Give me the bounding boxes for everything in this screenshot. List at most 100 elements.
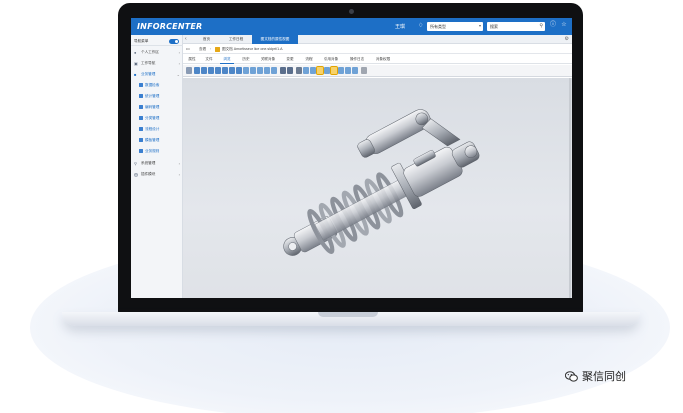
sidebar-item-label: 编码管理	[145, 105, 160, 109]
subtab-browse[interactable]: 浏览	[220, 55, 234, 64]
user-icon: ●	[134, 49, 137, 55]
subtab-history[interactable]: 历史	[239, 55, 253, 64]
chevron-right-icon: ›	[178, 61, 180, 66]
page: INFORCENTER 王琪 ♢ 所有类型 ▾ 搜索 ⚲ ⓘ ☆ 导航菜单 ● 个…	[0, 0, 683, 413]
sidebar-subitem[interactable]: 业务规则	[131, 147, 183, 156]
sidebar-subitem[interactable]: 模板管理	[131, 136, 183, 145]
wireframe-icon[interactable]	[250, 67, 256, 74]
markup-icon[interactable]	[338, 67, 344, 74]
bell-icon[interactable]: ♢	[418, 22, 426, 30]
view-left-icon[interactable]	[208, 67, 214, 74]
sidebar-item-label: 插件模块	[141, 172, 156, 176]
doc-icon	[139, 127, 143, 132]
chevron-down-icon: ▾	[478, 23, 481, 28]
tab-home[interactable]: 首页	[193, 35, 220, 44]
sidebar-subitem[interactable]: 统计管理	[131, 92, 183, 101]
subtab-oplog[interactable]: 操作日志	[346, 55, 368, 64]
view-right-icon[interactable]	[215, 67, 221, 74]
tree-icon[interactable]	[296, 67, 302, 74]
sidebar-item-label: 个人工作区	[141, 50, 159, 54]
briefcase-icon: ■	[134, 71, 137, 77]
file-icon	[215, 47, 220, 52]
search-icon: ⚲	[134, 160, 137, 166]
app-screen: INFORCENTER 王琪 ♢ 所有类型 ▾ 搜索 ⚲ ⓘ ☆ 导航菜单 ● 个…	[131, 18, 572, 298]
chevron-right-icon: ›	[178, 161, 180, 166]
sidebar-subitem[interactable]: 分类管理	[131, 114, 183, 123]
subtab-permissions[interactable]: 对象权限	[372, 55, 394, 64]
viewport-scrollbar[interactable]	[569, 78, 571, 298]
view-back-icon[interactable]	[201, 67, 207, 74]
camera-icon[interactable]	[287, 67, 293, 74]
sidebar-item-system[interactable]: ⚲ 系统管理 ›	[131, 159, 183, 168]
sidebar-item-plugins[interactable]: ⨁ 插件模块 ›	[131, 170, 183, 179]
sidebar-item-business[interactable]: ■ 业务管理 ⌄	[131, 70, 183, 79]
sidebar-item-label: 业务规则	[145, 149, 160, 153]
zoom-icon[interactable]	[316, 66, 324, 75]
sidebar-subitem[interactable]: 编码管理	[131, 103, 183, 112]
shock-absorber-model	[283, 109, 480, 256]
sidebar-item-worknav[interactable]: ▣ 工作导航 ›	[131, 59, 183, 68]
laptop-notch	[318, 312, 378, 317]
detail-tabs: 属性 文件 浏览 历史 关联对象 变更 流程 引用对象 操作日志 对象权限	[183, 55, 572, 64]
tab-schedule[interactable]: 工作日程	[221, 35, 251, 44]
tab-bar: ‹ 首页 工作日程 图文档的属性视图 ⚙	[183, 35, 572, 44]
sidebar-toggle-label: 导航菜单	[134, 39, 149, 43]
search-icon[interactable]: ⚲	[539, 23, 543, 29]
subtab-references[interactable]: 引用对象	[320, 55, 342, 64]
sidebar-item-label: 工作导航	[141, 61, 156, 65]
sidebar-item-personal[interactable]: ● 个人工作区 ›	[131, 48, 183, 57]
shaded-icon[interactable]	[243, 67, 249, 74]
monitor-icon[interactable]	[280, 67, 286, 74]
gear-icon[interactable]: ⚙	[565, 35, 569, 44]
open-icon[interactable]	[186, 67, 192, 74]
nav-menu-switch[interactable]	[169, 39, 179, 44]
sidebar-toggle-row: 导航菜单	[131, 37, 183, 46]
view-front-icon[interactable]	[194, 67, 200, 74]
view-iso-icon[interactable]	[236, 67, 242, 74]
breadcrumb-folder[interactable]: 查看	[199, 45, 206, 54]
doc-icon	[139, 83, 143, 88]
explode-icon[interactable]	[345, 67, 351, 74]
doc-icon	[139, 149, 143, 154]
subtab-files[interactable]: 文件	[202, 55, 216, 64]
viewer-toolbar	[183, 65, 572, 77]
search-type-select[interactable]: 所有类型 ▾	[427, 22, 483, 31]
settings-icon[interactable]	[352, 67, 358, 74]
pan-icon[interactable]	[310, 67, 316, 74]
doc-icon	[139, 94, 143, 99]
star-icon[interactable]: ☆	[560, 21, 568, 30]
sidebar-item-label: 数据检索	[145, 83, 160, 87]
section-icon[interactable]	[271, 67, 277, 74]
search-type-value: 所有类型	[430, 24, 446, 29]
app-header: INFORCENTER 王琪 ♢ 所有类型 ▾ 搜索 ⚲ ⓘ ☆	[131, 18, 572, 35]
view-bottom-icon[interactable]	[229, 67, 235, 74]
measure-icon[interactable]	[330, 66, 338, 75]
search-placeholder: 搜索	[490, 24, 498, 29]
wechat-icon	[565, 371, 578, 382]
sidebar-item-label: 业务管理	[141, 72, 156, 76]
tab-document-properties[interactable]: 图文档的属性视图	[252, 35, 298, 44]
help-icon[interactable]: ⓘ	[549, 21, 557, 30]
sidebar-subitem[interactable]: 数据检索	[131, 81, 183, 90]
view-top-icon[interactable]	[222, 67, 228, 74]
rotate-icon[interactable]	[303, 67, 309, 74]
search-input[interactable]: 搜索 ⚲	[487, 22, 545, 31]
sidebar-item-label: 流程设计	[145, 127, 160, 131]
subtab-workflow[interactable]: 流程	[302, 55, 316, 64]
fit-icon[interactable]	[324, 67, 330, 74]
subtab-properties[interactable]: 属性	[185, 55, 199, 64]
sidebar-subitem[interactable]: 流程设计	[131, 125, 183, 134]
chevron-left-icon[interactable]: ‹	[185, 35, 191, 44]
sidebar: 导航菜单 ● 个人工作区 › ▣ 工作导航 › ■ 业务管理 ⌄ 数据检索 统计管理 …	[131, 35, 183, 298]
more-icon[interactable]: •••	[186, 45, 190, 54]
model-viewport[interactable]	[183, 78, 572, 298]
hidden-lines-icon[interactable]	[257, 67, 263, 74]
edges-icon[interactable]	[264, 67, 270, 74]
subtab-change[interactable]: 变更	[283, 55, 297, 64]
help-icon[interactable]	[361, 67, 367, 74]
sidebar-item-label: 分类管理	[145, 116, 160, 120]
sidebar-item-label: 统计管理	[145, 94, 160, 98]
user-name[interactable]: 王琪	[395, 23, 405, 30]
subtab-related[interactable]: 关联对象	[257, 55, 279, 64]
doc-icon	[139, 138, 143, 143]
